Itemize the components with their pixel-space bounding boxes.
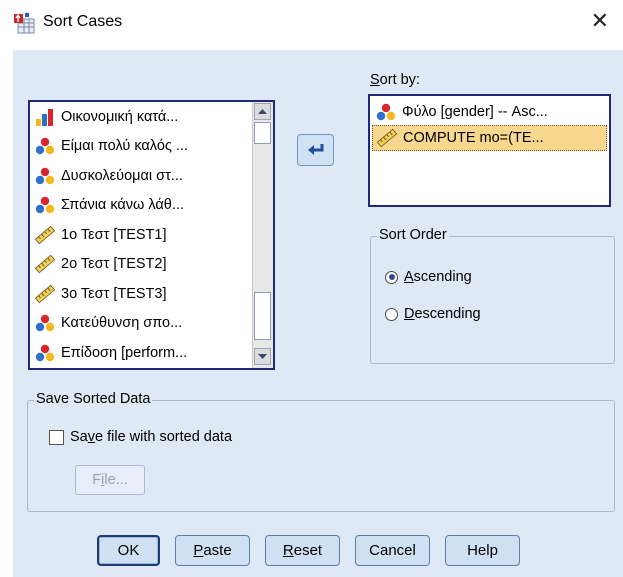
source-variable-label: Οικονομική κατά... <box>61 108 179 125</box>
source-variable-label: Δυσκολεύομαι στ... <box>61 167 183 184</box>
close-icon[interactable]: ✕ <box>591 10 609 32</box>
descending-radio[interactable] <box>385 307 398 321</box>
nominal-icon <box>34 195 56 215</box>
descending-label: Descending <box>404 306 481 322</box>
scroll-up-button[interactable] <box>254 103 271 120</box>
source-variable-label: 3ο Τεστ [TEST3] <box>61 285 167 302</box>
sort-key-item[interactable]: Φύλο [gender] -- Asc... <box>372 99 607 125</box>
scroll-down-icon <box>258 354 267 359</box>
sort-order-group: Sort Order Ascending Descending <box>370 227 615 364</box>
scroll-track-segment[interactable] <box>254 292 271 340</box>
save-sorted-data-group: Save Sorted Data Save file with sorted d… <box>27 391 615 512</box>
source-variable-label: Επίδοση [perform... <box>61 344 188 361</box>
save-sorted-data-title: Save Sorted Data <box>34 391 153 407</box>
nominal-icon <box>34 136 56 156</box>
source-variable-label: Είμαι πολύ καλός ... <box>61 138 188 155</box>
scale-ruler-icon <box>376 128 398 148</box>
ordinal-bar-icon <box>34 107 56 127</box>
scroll-thumb[interactable] <box>254 122 271 144</box>
nominal-icon <box>34 166 56 186</box>
source-variable-label: 2ο Τεστ [TEST2] <box>61 256 167 273</box>
source-variable-items: Οικονομική κατά... Είμαι πολύ καλός ... Δυ… <box>30 102 253 368</box>
sort-by-label-text: ort by: <box>379 72 420 88</box>
source-variable-item[interactable]: Επίδοση [perform... <box>30 338 253 368</box>
scroll-up-icon <box>258 109 267 114</box>
source-variable-item[interactable]: 1ο Τεστ [TEST1] <box>30 220 253 250</box>
source-variable-label: Κατεύθυνση σπο... <box>61 315 183 332</box>
source-variable-item[interactable]: 2ο Τεστ [TEST2] <box>30 250 253 280</box>
sort-key-item[interactable]: COMPUTE mo=(TE... <box>372 125 607 151</box>
source-list-scrollbar[interactable] <box>252 102 273 368</box>
reset-button[interactable]: Reset <box>265 535 340 566</box>
scale-ruler-icon <box>34 225 56 245</box>
scale-ruler-icon <box>34 284 56 304</box>
source-variable-item[interactable]: Δυσκολεύομαι στ... <box>30 161 253 191</box>
move-to-sort-by-button[interactable] <box>297 134 334 166</box>
ok-button[interactable]: OK <box>97 535 160 566</box>
descending-option[interactable]: Descending <box>385 306 481 322</box>
ascending-radio[interactable] <box>385 270 398 284</box>
nominal-icon <box>34 313 56 333</box>
source-variable-item[interactable]: Σπάνια κάνω λάθ... <box>30 191 253 221</box>
sort-key-label: Φύλο [gender] -- Asc... <box>402 104 548 120</box>
help-button[interactable]: Help <box>445 535 520 566</box>
scale-ruler-icon <box>34 254 56 274</box>
paste-button[interactable]: Paste <box>175 535 250 566</box>
scroll-down-button[interactable] <box>254 348 271 365</box>
window-title: Sort Cases <box>43 13 123 30</box>
sort-by-label-mnemonic: S <box>370 72 380 88</box>
file-button[interactable]: Fi le... <box>75 465 145 495</box>
source-variable-item[interactable]: 3ο Τεστ [TEST3] <box>30 279 253 309</box>
source-variable-item[interactable]: Οικονομική κατά... <box>30 102 253 132</box>
save-file-checkbox[interactable] <box>49 429 64 445</box>
nominal-icon <box>34 343 56 363</box>
source-variable-label: Σπάνια κάνω λάθ... <box>61 197 184 214</box>
sort-order-title: Sort Order <box>377 227 449 243</box>
move-arrow-icon <box>307 144 323 155</box>
source-variable-label: 1ο Τεστ [TEST1] <box>61 226 167 243</box>
title-bar: Sort Cases ✕ <box>0 0 623 50</box>
sort-by-label: Sort by: <box>370 72 420 88</box>
save-file-label: Save file with sorted data <box>70 429 233 445</box>
nominal-icon <box>375 102 397 122</box>
source-variable-item[interactable]: Κατεύθυνση σπο... <box>30 309 253 339</box>
source-variable-item[interactable]: Είμαι πολύ καλός ... <box>30 132 253 162</box>
sort-by-list[interactable]: Φύλο [gender] -- Asc... COMPUTE mo=(TE... <box>368 94 611 207</box>
save-file-option[interactable]: Save file with sorted data <box>49 429 232 445</box>
sort-cases-dialog: Sort Cases ✕ Οικονομική κατά... Είμαι πολ… <box>0 0 623 577</box>
sort-cases-app-icon <box>14 13 35 34</box>
ascending-label: Ascending <box>404 269 472 285</box>
ascending-option[interactable]: Ascending <box>385 269 472 285</box>
cancel-button[interactable]: Cancel <box>355 535 430 566</box>
source-variable-list[interactable]: Οικονομική κατά... Είμαι πολύ καλός ... Δυ… <box>28 100 275 370</box>
dialog-client-area: Οικονομική κατά... Είμαι πολύ καλός ... Δυ… <box>13 50 623 577</box>
sort-key-label: COMPUTE mo=(TE... <box>403 130 544 146</box>
